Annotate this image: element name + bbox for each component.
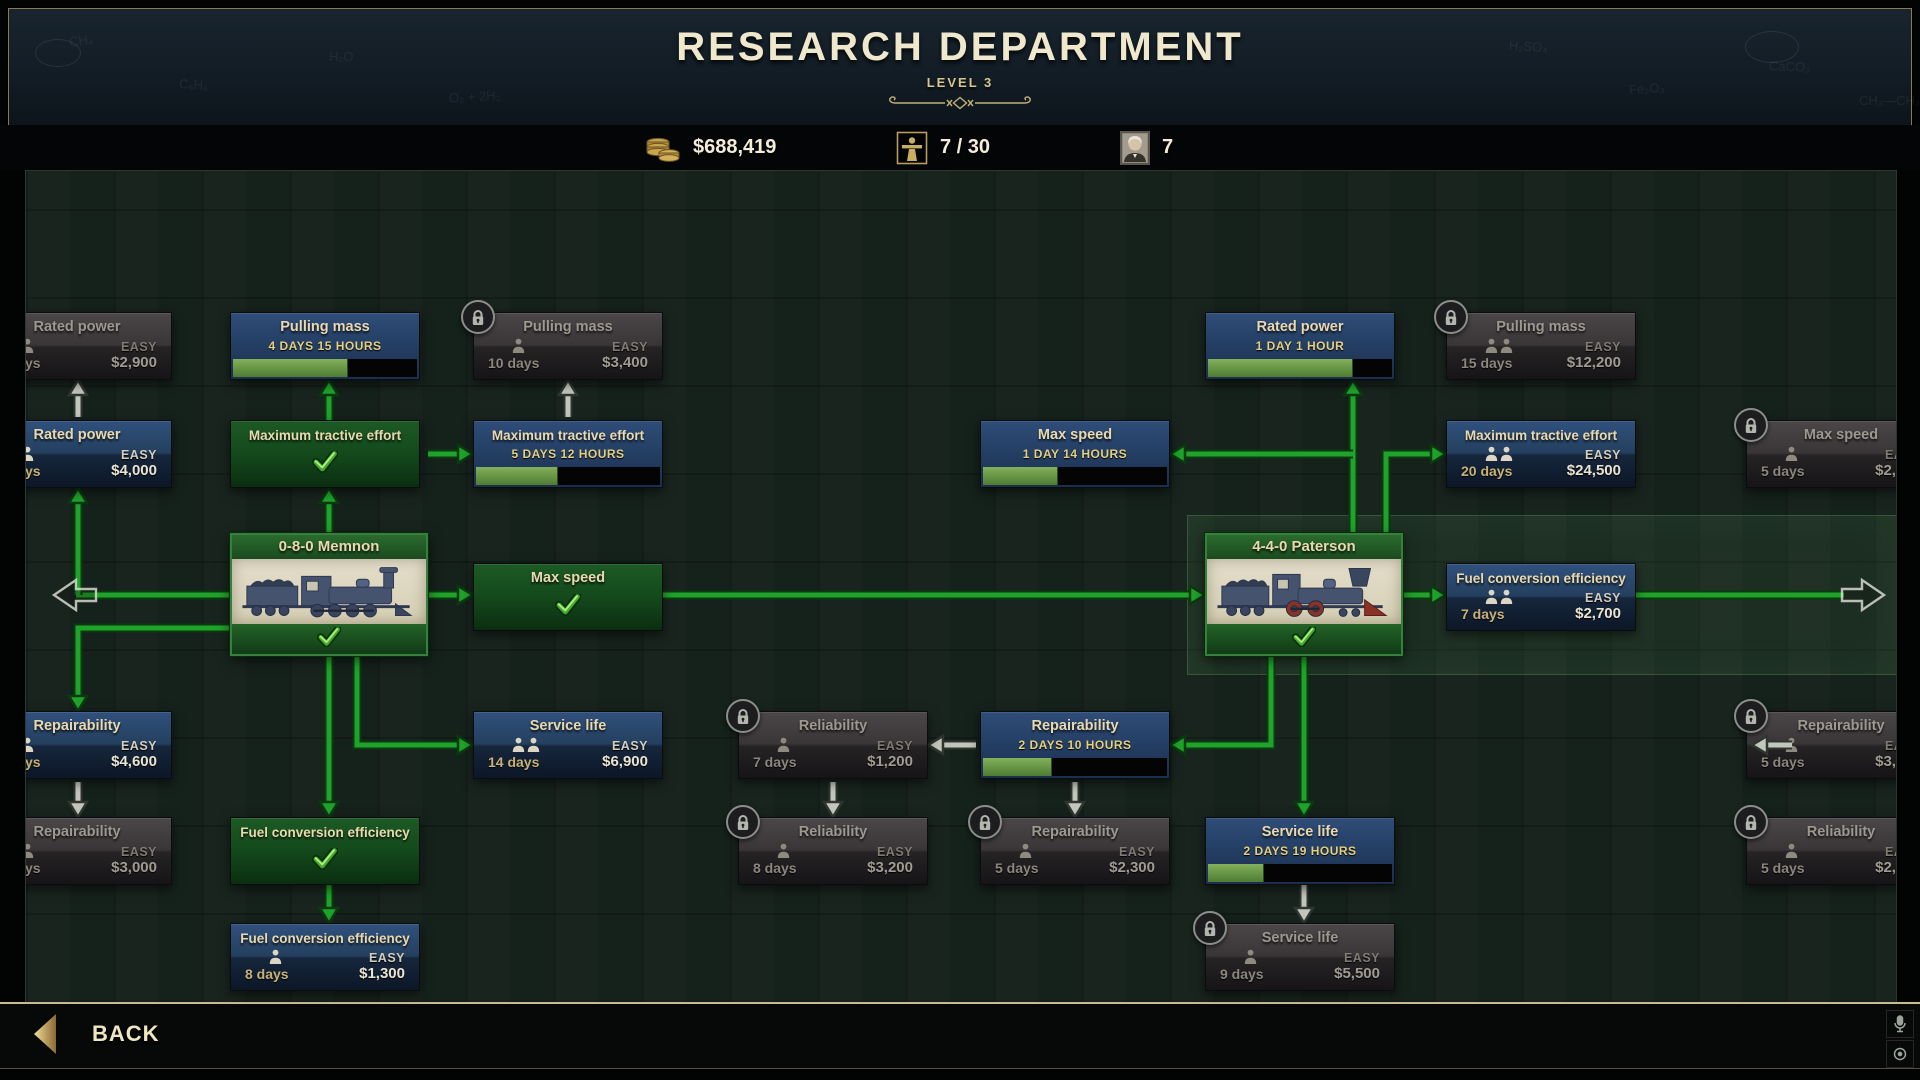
- research-tree-map: Rated power EASY 5 days $2,900Rated powe…: [25, 170, 1897, 1004]
- level-label: LEVEL 3: [9, 75, 1911, 90]
- scroll-right-arrow[interactable]: [1842, 580, 1884, 610]
- focus-icon[interactable]: [1886, 1040, 1914, 1068]
- chem-doodle: H₂O: [329, 49, 354, 64]
- staff-icon: [896, 131, 928, 165]
- staff-display: 7 / 30: [896, 125, 990, 170]
- money-display: $688,419: [645, 125, 776, 170]
- staff-value: 7 / 30: [940, 136, 990, 159]
- mic-icon[interactable]: [1886, 1010, 1914, 1038]
- chem-doodle: CH₃—CH₂: [1859, 93, 1920, 108]
- chem-doodle: H₂SO₄: [1509, 38, 1548, 55]
- arrowhead: [1752, 736, 1767, 754]
- bottom-bar: BACK: [0, 1004, 1920, 1068]
- chem-doodle-oval: [35, 39, 81, 67]
- chem-doodle: C₆H₆: [179, 76, 209, 93]
- coins-icon: [645, 133, 681, 163]
- back-label: BACK: [92, 1021, 160, 1047]
- page-title: RESEARCH DEPARTMENT: [9, 25, 1911, 70]
- resource-bar: $688,419 7 / 30 7: [0, 125, 1920, 170]
- overlay-arrows: [26, 171, 1896, 1003]
- scientist-portrait-icon: [1120, 131, 1150, 165]
- research-department-screen: RESEARCH DEPARTMENT LEVEL 3 CH₄C₆H₆H₂OO₂…: [0, 0, 1920, 1080]
- chem-doodle-oval: [1745, 31, 1799, 63]
- scroll-left-arrow[interactable]: [54, 580, 96, 610]
- back-button[interactable]: BACK: [34, 1014, 160, 1054]
- chem-doodle: O₂ + 2H₂: [449, 88, 501, 106]
- divider-line-bottom: [0, 1068, 1920, 1069]
- chem-doodle: Fe₂O₃: [1629, 80, 1666, 97]
- flourish-ornament: [9, 95, 1911, 116]
- scientists-display: 7: [1120, 125, 1173, 170]
- money-value: $688,419: [693, 136, 776, 159]
- header-panel: RESEARCH DEPARTMENT LEVEL 3 CH₄C₆H₆H₂OO₂…: [8, 8, 1912, 126]
- scientists-value: 7: [1162, 136, 1173, 159]
- back-arrow-icon: [34, 1014, 56, 1054]
